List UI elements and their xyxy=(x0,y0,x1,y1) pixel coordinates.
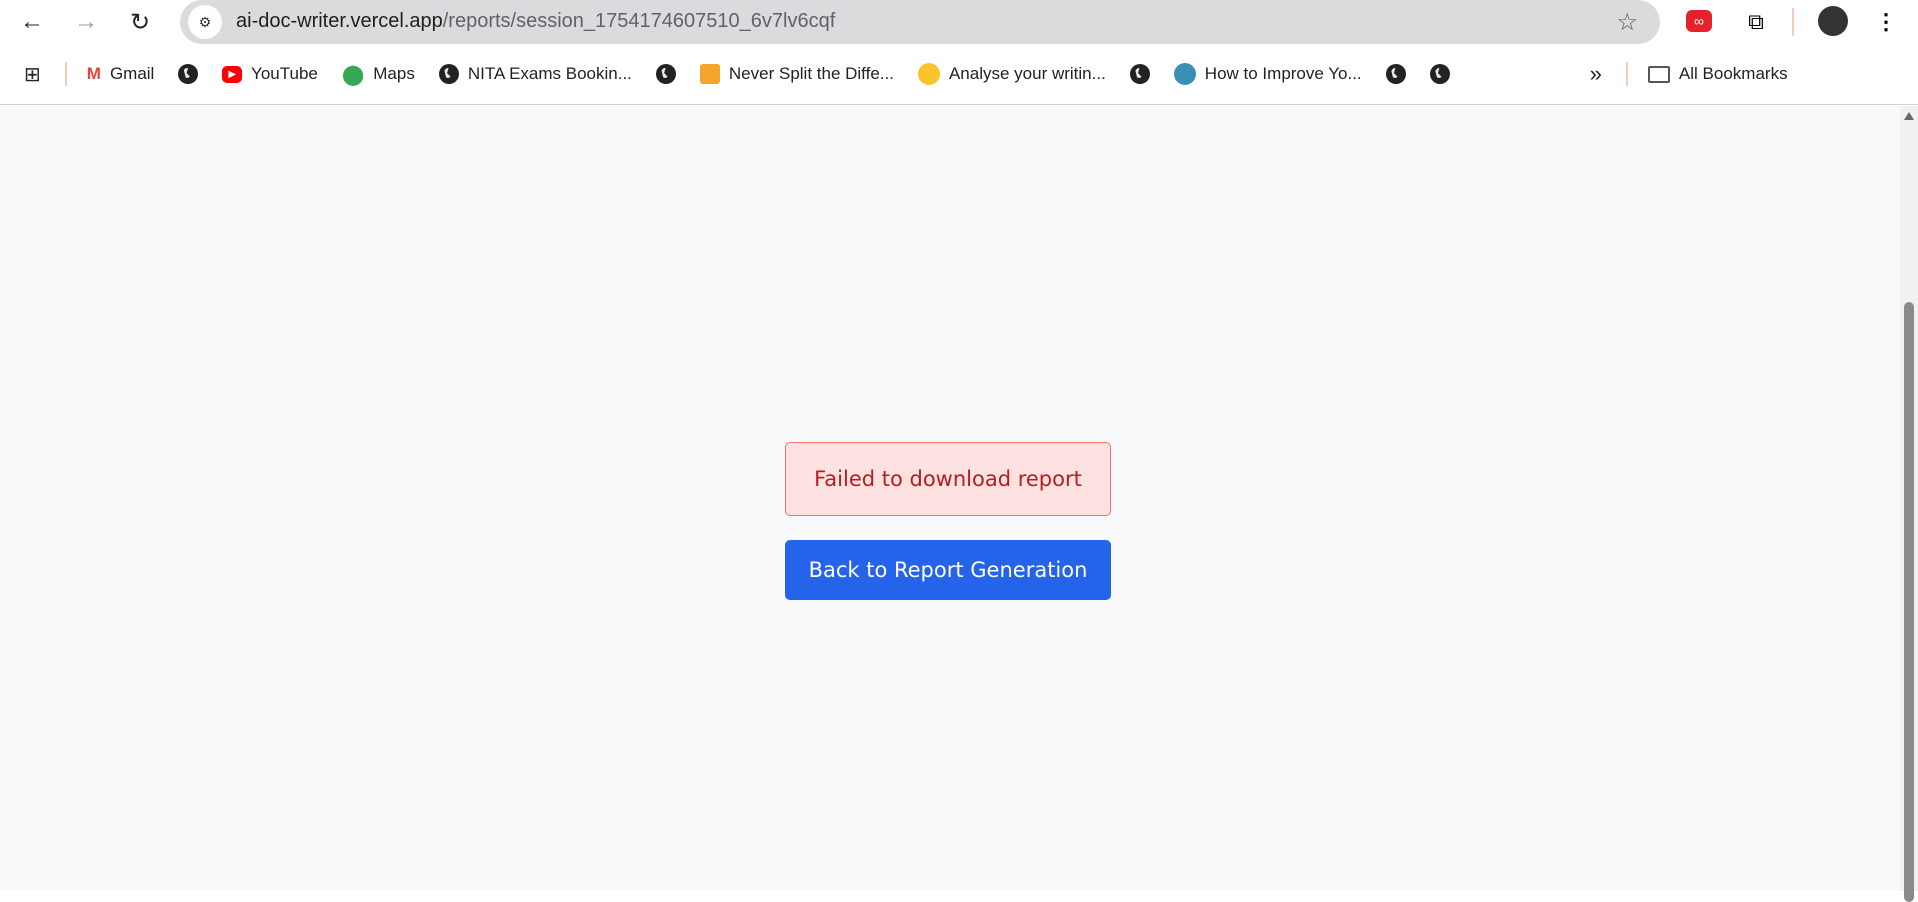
all-bookmarks-button[interactable]: All Bookmarks xyxy=(1647,64,1788,84)
bookmark-maps[interactable]: ⬤ Maps xyxy=(342,62,415,87)
browser-toolbar: ← → ↻ ⚙ ai-doc-writer.vercel.app/reports… xyxy=(0,0,1918,44)
globe-icon xyxy=(178,64,199,84)
bookmark-globe[interactable] xyxy=(178,64,199,84)
reload-icon[interactable]: ↻ xyxy=(124,6,156,38)
bookmark-label: YouTube xyxy=(251,64,318,83)
gmail-icon: M xyxy=(86,64,101,83)
bookmark-globe[interactable] xyxy=(1385,64,1406,84)
divider xyxy=(1792,8,1794,36)
error-alert: Failed to download report xyxy=(785,442,1111,516)
bookmark-nita[interactable]: NITA Exams Bookin... xyxy=(438,64,632,84)
extensions-puzzle-icon[interactable]: ⧉ xyxy=(1742,8,1770,36)
globe-icon xyxy=(1385,64,1406,84)
globe-icon xyxy=(1129,64,1150,84)
url-host: ai-doc-writer.vercel.app xyxy=(236,10,443,32)
divider xyxy=(64,62,67,86)
scroll-up-arrow-icon[interactable] xyxy=(1904,112,1914,120)
bookmark-globe[interactable] xyxy=(1129,64,1150,84)
back-icon[interactable]: ← xyxy=(16,6,48,38)
bookmark-label: NITA Exams Bookin... xyxy=(467,64,632,83)
url-text[interactable]: ai-doc-writer.vercel.app/reports/session… xyxy=(236,10,835,33)
divider xyxy=(1625,62,1628,86)
apps-grid-icon[interactable]: ⊞ xyxy=(24,62,41,87)
globe-icon xyxy=(1429,64,1450,84)
profile-avatar[interactable] xyxy=(1818,6,1848,36)
forward-icon[interactable]: → xyxy=(70,6,102,38)
bookmark-label: Gmail xyxy=(109,64,155,83)
bookmark-analyse[interactable]: Analyse your writin... xyxy=(917,63,1106,85)
yellow-circle-icon xyxy=(917,63,940,85)
url-path: /reports/session_1754174607510_6v7lv6cqf xyxy=(442,10,836,32)
bookmark-never-split[interactable]: Never Split the Diffe... xyxy=(699,64,894,84)
bookmark-label: How to Improve Yo... xyxy=(1204,64,1362,83)
bookmarks-bar: ⊞ M Gmail ▶ YouTube ⬤ Maps NITA Exams Booki… xyxy=(0,44,1918,105)
scrollbar[interactable] xyxy=(1900,106,1918,902)
globe-icon xyxy=(438,64,459,84)
back-to-report-generation-button[interactable]: Back to Report Generation xyxy=(785,540,1111,600)
bookmark-label: Analyse your writin... xyxy=(948,64,1106,83)
youtube-icon: ▶ xyxy=(222,65,243,83)
maps-pin-icon: ⬤ xyxy=(341,63,365,86)
menu-kebab-icon[interactable]: ⋮ xyxy=(1875,8,1897,36)
folder-icon xyxy=(1647,65,1670,83)
scrollbar-thumb[interactable] xyxy=(1904,302,1914,902)
slideshare-icon xyxy=(699,64,720,84)
bookmark-label: Maps xyxy=(373,64,415,83)
bookmarks-overflow-button[interactable]: » xyxy=(1590,61,1602,87)
bookmark-youtube[interactable]: ▶ YouTube xyxy=(222,64,318,84)
bookmark-star-icon[interactable]: ☆ xyxy=(1616,8,1638,37)
extension-icon[interactable]: ∞ xyxy=(1686,10,1712,32)
bookmark-globe[interactable] xyxy=(1429,64,1450,84)
bookmark-improve[interactable]: How to Improve Yo... xyxy=(1173,63,1362,85)
upload-circle-icon xyxy=(1173,63,1196,85)
site-settings-icon[interactable]: ⚙ xyxy=(188,5,222,39)
all-bookmarks-label: All Bookmarks xyxy=(1678,64,1788,83)
bookmark-globe[interactable] xyxy=(655,64,676,84)
address-bar[interactable]: ⚙ ai-doc-writer.vercel.app/reports/sessi… xyxy=(180,0,1660,44)
bookmark-label: Never Split the Diffe... xyxy=(728,64,894,83)
bookmark-gmail[interactable]: M Gmail xyxy=(87,64,155,84)
globe-icon xyxy=(655,64,676,84)
